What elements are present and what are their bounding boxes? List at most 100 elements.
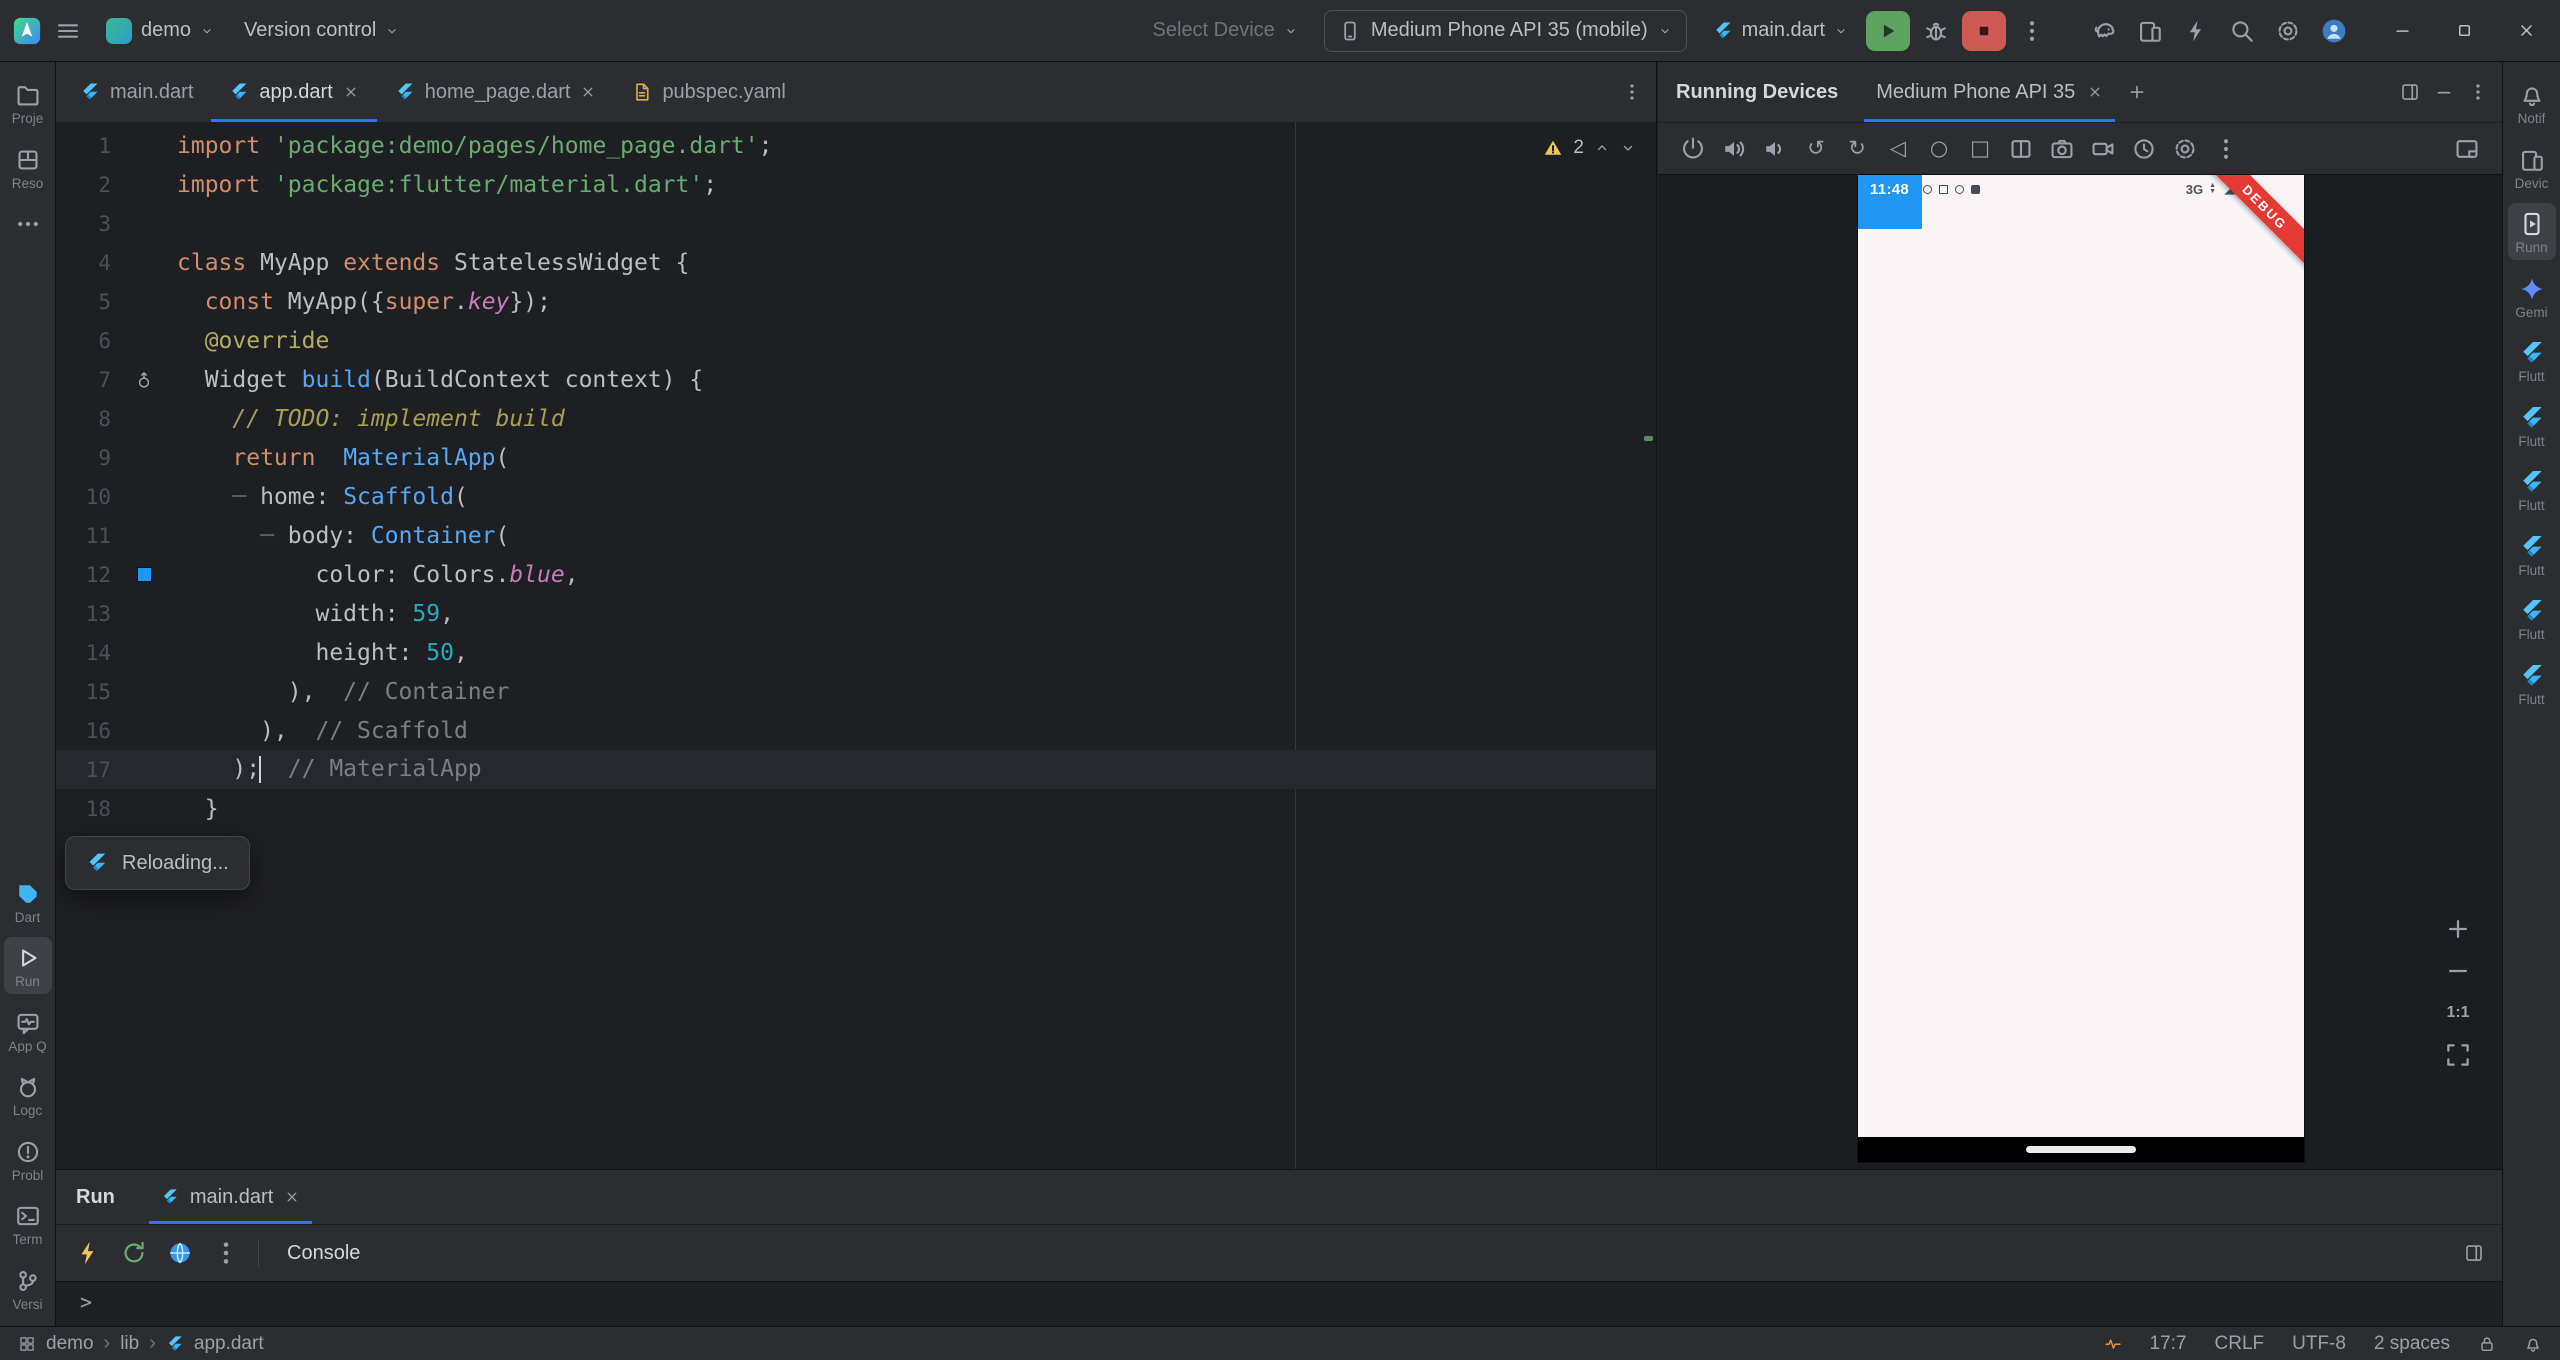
code-line[interactable]: 17 ); // MaterialApp [56,750,1656,789]
device-tab[interactable]: Medium Phone API 35 [1864,62,2115,122]
line-number[interactable]: 15 [56,680,111,704]
zoom-reset-button[interactable]: 1:1 [2444,999,2472,1027]
code-line[interactable]: 4 class MyApp extends StatelessWidget { [56,243,1656,282]
console-output[interactable]: > [56,1282,2502,1326]
debug-button[interactable] [1916,11,1956,51]
zoom-in-icon[interactable] [2444,915,2472,943]
code-line[interactable]: 7 Widget build(BuildContext context) { [56,360,1656,399]
device-manager-button[interactable] [2130,11,2170,51]
tool-stripe-run[interactable]: Run [3,937,52,994]
tool-stripe-version-control[interactable]: Versi [4,1260,52,1317]
volume-up-icon[interactable] [1721,136,1747,162]
code-line[interactable]: 6 @override [56,321,1656,360]
code-line[interactable]: 11 ─ body: Container( [56,516,1656,555]
vcs-widget[interactable]: Version control [232,10,411,52]
gesture-pill[interactable] [2026,1146,2136,1153]
code-lines[interactable]: 1 import 'package:demo/pages/home_page.da… [56,126,1656,828]
main-menu-button[interactable] [48,11,88,51]
code-line[interactable]: 8 // TODO: implement build [56,399,1656,438]
tool-stripe-flutter-performance[interactable]: Flutt [2508,397,2556,454]
gear-icon[interactable] [2172,136,2198,162]
console-tab[interactable]: Console [277,1242,370,1265]
line-number[interactable]: 14 [56,641,111,665]
tool-stripe-flutter-outline[interactable]: Flutt [2508,332,2556,389]
code-line[interactable]: 1 import 'package:demo/pages/home_page.da… [56,126,1656,165]
tool-stripe-notifications[interactable]: Notif [2508,74,2556,131]
line-number[interactable]: 4 [56,251,111,275]
code-line[interactable]: 18 } [56,789,1656,828]
dock-icon[interactable] [2454,136,2480,162]
line-number[interactable]: 17 [56,758,111,782]
code-line[interactable]: 5 const MyApp({super.key}); [56,282,1656,321]
run-tab[interactable]: main.dart [149,1170,312,1224]
close-window-button[interactable] [2498,0,2554,62]
line-number[interactable]: 5 [56,290,111,314]
record-icon[interactable] [2090,136,2116,162]
inspections-widget[interactable]: 2 [1533,132,1646,164]
layout-icon[interactable] [2464,1243,2484,1263]
editor-tab-pubspec.yaml[interactable]: pubspec.yaml [614,62,803,122]
apply-changes-button[interactable] [2176,11,2216,51]
back-icon[interactable]: ◁ [1885,136,1911,162]
code-line[interactable]: 13 width: 59, [56,594,1656,633]
tool-stripe-logcat[interactable]: Logc [4,1066,52,1123]
code-line[interactable]: 12 color: Colors.blue, [56,555,1656,594]
run-config-selector[interactable]: main.dart [1701,10,1860,52]
code-line[interactable]: 10 ─ home: Scaffold( [56,477,1656,516]
line-number[interactable]: 11 [56,524,111,548]
code-line[interactable]: 14 height: 50, [56,633,1656,672]
zoom-out-icon[interactable] [2444,957,2472,985]
more-options-icon[interactable] [212,1239,240,1267]
line-number[interactable]: 12 [56,563,111,587]
overview-icon[interactable]: □ [1967,136,1993,162]
breadcrumb-item[interactable]: demo [46,1333,94,1355]
breadcrumb-item[interactable]: app.dart [194,1333,264,1355]
breadcrumb-item[interactable]: lib [120,1333,139,1355]
hide-panel-icon[interactable] [2434,82,2454,102]
search-everywhere-button[interactable] [2222,11,2262,51]
code-line[interactable]: 2 import 'package:flutter/material.dart'; [56,165,1656,204]
line-number[interactable]: 8 [56,407,111,431]
tool-stripe-project[interactable]: Proje [4,74,52,131]
editor-tab-home_page.dart[interactable]: home_page.dart [377,62,615,122]
line-number[interactable]: 9 [56,446,111,470]
panel-options-icon[interactable] [2468,82,2488,102]
code-line[interactable]: 9 return MaterialApp( [56,438,1656,477]
flutter-hot-restart-icon[interactable] [120,1239,148,1267]
line-number[interactable]: 3 [56,212,111,236]
tool-stripe-flutter-extra-1[interactable]: Flutt [2508,590,2556,647]
select-device-dropdown[interactable]: Select Device [1141,10,1310,52]
next-problem-icon[interactable] [1620,140,1636,156]
line-number[interactable]: 1 [56,134,111,158]
line-number[interactable]: 10 [56,485,111,509]
tool-stripe-gemini[interactable]: Gemi [2508,268,2556,325]
line-number[interactable]: 2 [56,173,111,197]
camera-icon[interactable] [2049,136,2075,162]
layout-icon[interactable] [2400,82,2420,102]
close-tab-icon[interactable] [284,1189,300,1205]
rotate-right-icon[interactable]: ↻ [1844,136,1870,162]
tool-stripe-terminal[interactable]: Term [4,1195,52,1252]
prev-problem-icon[interactable] [1594,140,1610,156]
power-icon[interactable] [1680,136,1706,162]
home-icon[interactable]: ○ [1926,136,1952,162]
tool-stripe-dart-analysis[interactable]: Dart [4,873,52,930]
line-number[interactable]: 6 [56,329,111,353]
close-tab-icon[interactable] [580,84,596,100]
stop-button[interactable] [1962,10,2006,51]
history-icon[interactable] [2131,136,2157,162]
build-button[interactable] [2084,11,2124,51]
line-number[interactable]: 16 [56,719,111,743]
more-run-actions-button[interactable] [2012,11,2052,51]
tool-stripe-app-quality-insights[interactable]: App Q [4,1002,52,1059]
flutter-hot-reload-icon[interactable] [74,1239,102,1267]
line-number[interactable]: 7 [56,368,111,392]
close-tab-icon[interactable] [2087,84,2103,100]
run-button[interactable] [1866,10,1910,51]
indent-widget[interactable]: 2 spaces [2374,1333,2450,1355]
line-number[interactable]: 18 [56,797,111,821]
code-line[interactable]: 16 ), // Scaffold [56,711,1656,750]
project-selector[interactable]: demo [94,10,226,52]
editor-tab-main.dart[interactable]: main.dart [62,62,211,122]
minimize-window-button[interactable] [2374,0,2430,62]
